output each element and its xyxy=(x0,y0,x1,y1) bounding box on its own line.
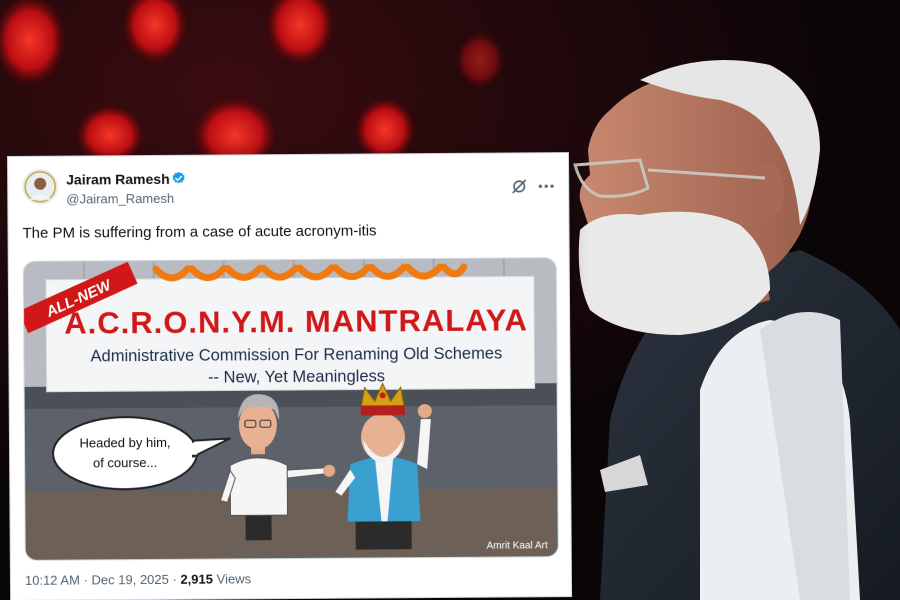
grok-icon[interactable] xyxy=(510,177,528,195)
author-name[interactable]: Jairam Ramesh xyxy=(66,171,170,188)
tweet-meta: 10:12 AM · Dec 19, 2025 · 2,915 Views xyxy=(24,571,252,588)
tweet-time[interactable]: 10:12 AM xyxy=(25,573,80,588)
more-icon[interactable] xyxy=(536,177,556,195)
author-handle[interactable]: @Jairam_Ramesh xyxy=(66,191,174,207)
speech-line-2: of course... xyxy=(93,455,157,470)
tweet-date[interactable]: Dec 19, 2025 xyxy=(91,572,168,588)
cartoon-subtitle-1: Administrative Commission For Renaming O… xyxy=(90,345,502,366)
tweet-text: The PM is suffering from a case of acute… xyxy=(22,222,377,242)
cartoon-subtitle-2: -- New, Yet Meaningless xyxy=(208,367,385,386)
cartoon-image: ALL-NEW A.C.R.O.N.Y.M. MANTRALAYA Admini… xyxy=(22,258,558,560)
avatar[interactable] xyxy=(22,168,59,205)
cartoon-credit: Amrit Kaal Art xyxy=(487,540,548,551)
views-count: 2,915 xyxy=(180,571,214,587)
views-label: Views xyxy=(216,571,252,587)
verified-icon xyxy=(172,171,185,184)
tweet-media[interactable]: ALL-NEW A.C.R.O.N.Y.M. MANTRALAYA Admini… xyxy=(22,257,559,561)
tweet-card: Jairam Ramesh @Jairam_Ramesh The PM is s… xyxy=(8,153,572,600)
cartoon-title: A.C.R.O.N.Y.M. MANTRALAYA xyxy=(64,302,528,340)
speech-line-1: Headed by him, xyxy=(79,435,170,451)
